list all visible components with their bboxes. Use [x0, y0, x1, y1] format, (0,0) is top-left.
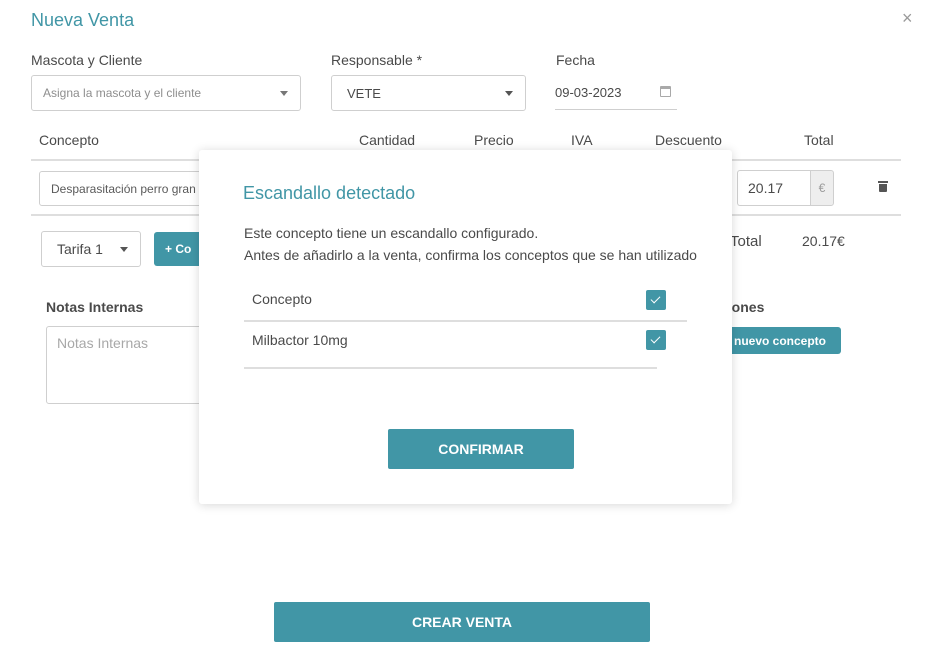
page-title: Nueva Venta — [31, 10, 135, 30]
total-value: 20.17€ — [802, 233, 845, 249]
nuevo-concepto-button[interactable]: nuevo concepto — [724, 327, 841, 354]
col-concepto: Concepto — [39, 132, 99, 148]
modal-line-1: Este concepto tiene un escandallo config… — [244, 225, 539, 241]
mascota-label: Mascota y Cliente — [31, 52, 143, 68]
concepto-input[interactable]: Desparasitación perro gran — [39, 171, 209, 206]
modal-concepto-header: Concepto — [252, 291, 312, 307]
modal-title: Escandallo detectado — [243, 183, 416, 203]
total-label: Total — [730, 233, 762, 250]
col-precio: Precio — [474, 132, 514, 148]
crear-venta-button[interactable]: CREAR VENTA — [274, 602, 650, 642]
chevron-down-icon — [120, 247, 128, 252]
modal-item-label: Milbactor 10mg — [252, 332, 348, 348]
modal-header-divider — [244, 320, 687, 322]
responsable-label: Responsable * — [331, 52, 423, 68]
modal-line-2: Antes de añadirlo a la venta, confirma l… — [244, 247, 697, 263]
fecha-value: 09-03-2023 — [555, 85, 622, 100]
responsable-value: VETE — [347, 85, 381, 101]
mascota-placeholder: Asigna la mascota y el cliente — [43, 86, 202, 100]
col-cantidad: Cantidad — [359, 132, 416, 148]
fecha-input[interactable]: 09-03-2023 — [555, 76, 677, 110]
total-input[interactable]: 20.17 — [737, 170, 811, 206]
col-iva: IVA — [571, 132, 593, 148]
chevron-down-icon — [280, 91, 288, 96]
notas-title: Notas Internas — [46, 299, 144, 315]
select-all-checkbox[interactable] — [646, 290, 666, 310]
col-total: Total — [804, 132, 834, 148]
close-icon[interactable]: × — [902, 8, 913, 29]
col-descuento: Descuento — [655, 132, 722, 148]
mascota-cliente-select[interactable]: Asigna la mascota y el cliente — [31, 75, 301, 111]
escandallo-modal: Escandallo detectado Este concepto tiene… — [199, 150, 732, 504]
add-concept-button[interactable]: + Co — [154, 232, 204, 266]
item-checkbox[interactable] — [646, 330, 666, 350]
tarifa-value: Tarifa 1 — [57, 241, 103, 257]
chevron-down-icon — [505, 91, 513, 96]
calendar-icon[interactable] — [660, 86, 671, 97]
tarifa-select[interactable]: Tarifa 1 — [41, 231, 141, 267]
modal-item-divider — [244, 367, 657, 369]
fecha-label: Fecha — [556, 52, 595, 68]
confirm-button[interactable]: CONFIRMAR — [388, 429, 574, 469]
notas-textarea[interactable]: Notas Internas — [46, 326, 206, 404]
responsable-select[interactable]: VETE — [331, 75, 526, 111]
trash-icon[interactable] — [878, 181, 888, 192]
currency-addon: € — [810, 170, 834, 206]
